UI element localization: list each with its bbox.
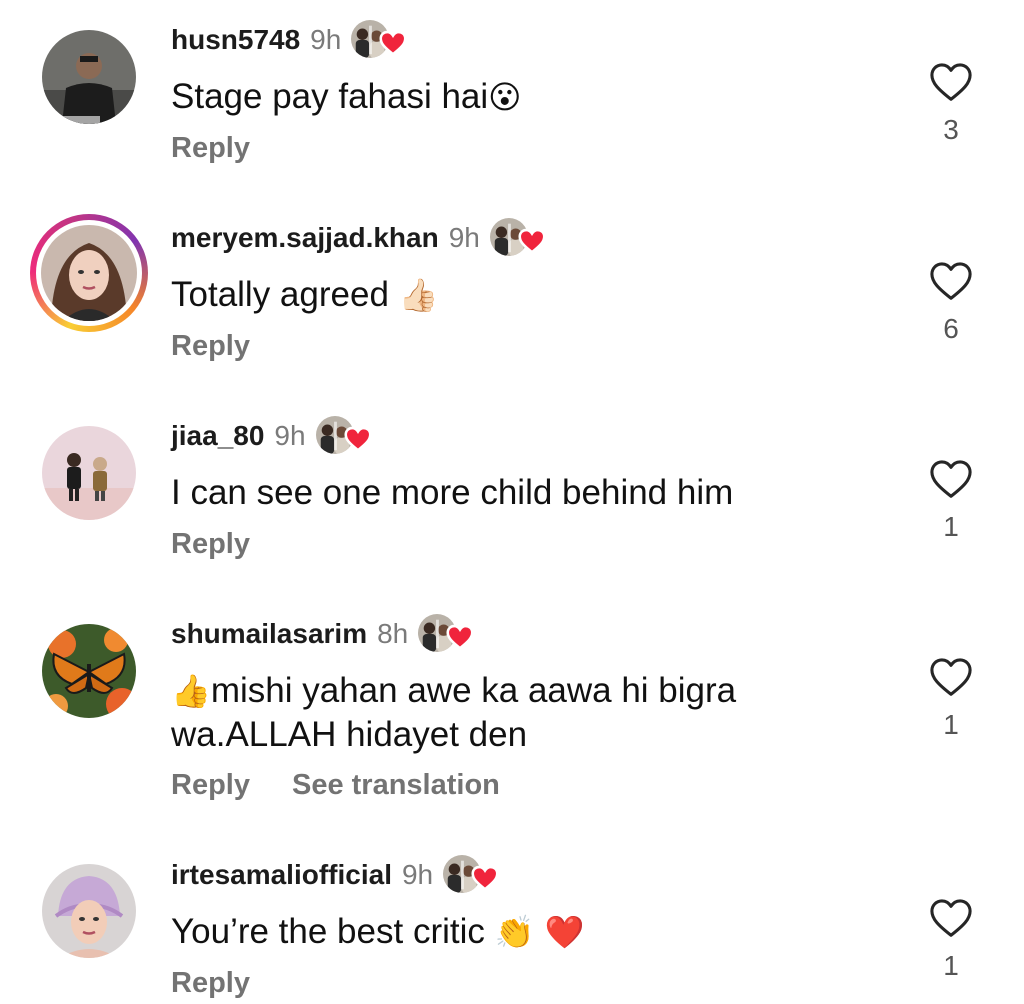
comment-text: Stage pay fahasi hai😮 (171, 77, 522, 116)
like-count: 6 (943, 313, 959, 344)
comment-header: jiaa_80 9h (171, 416, 374, 456)
heart-outline-icon[interactable] (929, 459, 973, 499)
see-translation-button[interactable]: See translation (292, 769, 500, 802)
username[interactable]: irtesamaliofficial (171, 859, 392, 891)
timestamp: 9h (310, 24, 342, 55)
avatar[interactable] (42, 624, 136, 718)
comment-header: meryem.sajjad.khan 9h (171, 218, 548, 258)
like-column: 1 (922, 657, 980, 741)
creator-liked-badge (316, 416, 374, 456)
creator-liked-heart-icon (471, 865, 499, 891)
comment-actions: Reply See translation (171, 765, 500, 805)
like-count: 1 (943, 511, 959, 542)
like-column: 3 (922, 62, 980, 146)
timestamp: 9h (448, 222, 480, 253)
comment-text: 👍mishi yahan awe ka aawa hi bigra wa.ALL… (171, 671, 737, 754)
comment-header: husn5748 9h (171, 20, 409, 60)
avatar[interactable] (30, 214, 148, 332)
comment-emoji: 👍 (171, 672, 211, 710)
like-column: 1 (922, 459, 980, 543)
comment-actions: Reply (171, 128, 250, 168)
like-count: 3 (943, 114, 959, 145)
reply-button[interactable]: Reply (171, 132, 250, 165)
avatar[interactable] (42, 30, 136, 124)
comment-actions: Reply (171, 524, 250, 564)
timestamp: 9h (401, 859, 434, 890)
reply-button[interactable]: Reply (171, 330, 250, 363)
comment-text: You’re the best critic 👏 ❤️ (171, 912, 585, 951)
username[interactable]: meryem.sajjad.khan (171, 222, 439, 254)
like-count: 1 (943, 709, 959, 740)
creator-liked-badge (351, 20, 409, 60)
comment-emoji: 👏 ❤️ (494, 913, 585, 951)
comment-header: shumailasarim 8h (171, 614, 476, 654)
comment-actions: Reply (171, 963, 250, 1003)
reply-button[interactable]: Reply (171, 769, 250, 802)
timestamp: 8h (377, 618, 409, 649)
like-column: 6 (922, 261, 980, 345)
comment-emoji: 👍🏻 (398, 276, 439, 314)
creator-liked-heart-icon (379, 30, 407, 56)
avatar[interactable] (42, 864, 136, 958)
comment-actions: Reply (171, 326, 250, 366)
comment-header: irtesamaliofficial 9h (171, 855, 501, 895)
username[interactable]: jiaa_80 (171, 420, 264, 452)
heart-outline-icon[interactable] (929, 657, 973, 697)
comment-emoji: 😮 (488, 78, 522, 116)
username[interactable]: shumailasarim (171, 618, 367, 650)
username[interactable]: husn5748 (171, 24, 300, 56)
creator-liked-badge (490, 218, 548, 258)
reply-button[interactable]: Reply (171, 967, 250, 1000)
creator-liked-badge (443, 855, 501, 895)
creator-liked-heart-icon (446, 624, 474, 650)
avatar[interactable] (42, 426, 136, 520)
heart-outline-icon[interactable] (929, 261, 973, 301)
timestamp: 9h (274, 420, 306, 451)
comment-text: Totally agreed 👍🏻 (171, 275, 439, 314)
reply-button[interactable]: Reply (171, 528, 250, 561)
creator-liked-badge (418, 614, 476, 654)
like-count: 1 (943, 950, 959, 981)
like-column: 1 (922, 898, 980, 982)
creator-liked-heart-icon (344, 426, 372, 452)
heart-outline-icon[interactable] (929, 898, 973, 938)
comment-text: I can see one more child behind him (171, 473, 734, 512)
creator-liked-heart-icon (518, 228, 546, 254)
heart-outline-icon[interactable] (929, 62, 973, 102)
